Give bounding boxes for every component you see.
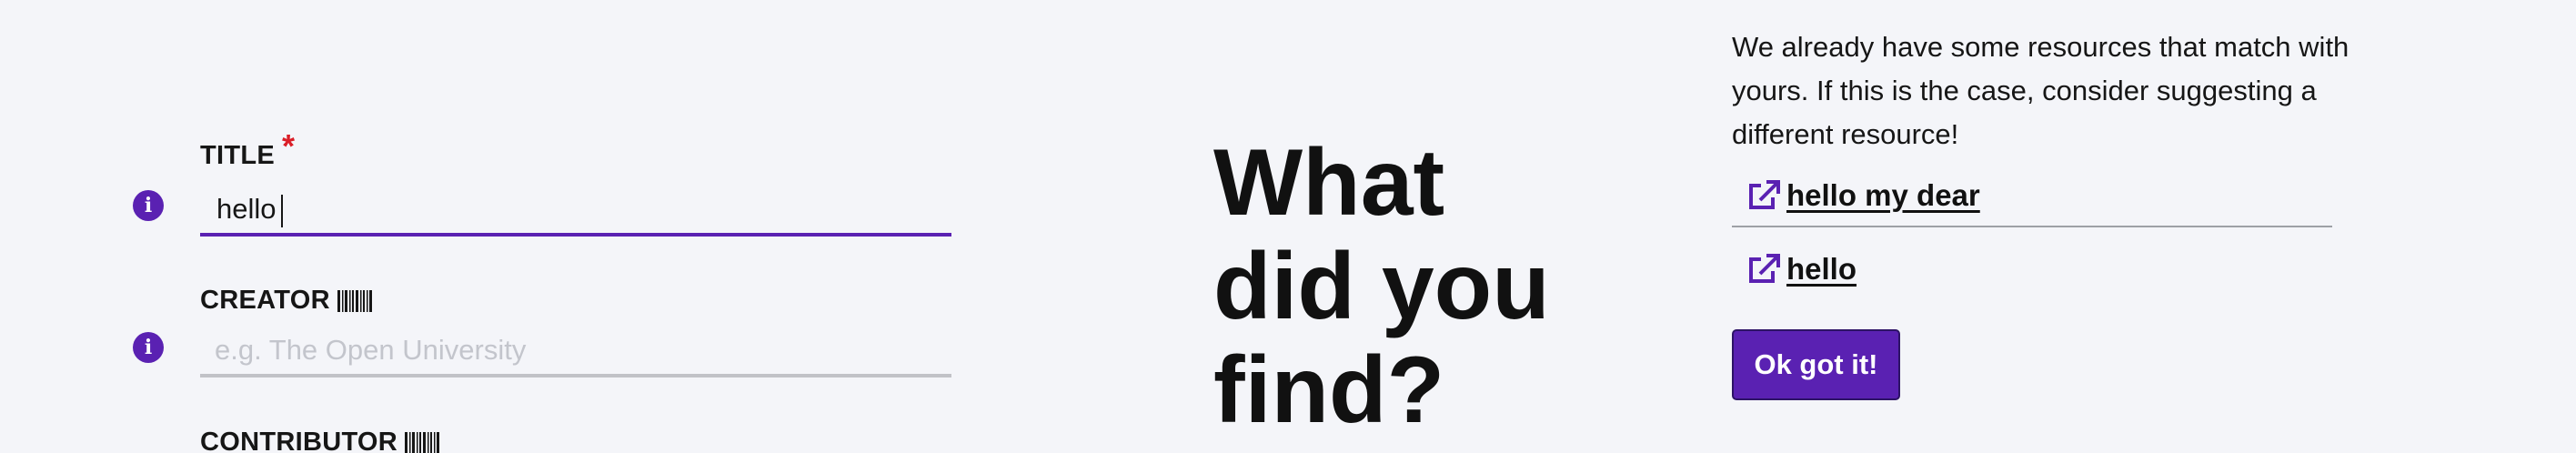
external-link-icon <box>1749 254 1780 283</box>
ok-got-it-button[interactable]: Ok got it! <box>1732 329 1900 400</box>
page-heading: What did you find? <box>1213 130 1550 443</box>
creator-input-wrapper <box>200 327 951 378</box>
matching-resource-item: hello my dear <box>1732 166 2332 227</box>
creator-input[interactable] <box>200 327 951 378</box>
matching-resource-link[interactable]: hello <box>1786 252 1857 287</box>
title-input-wrapper <box>200 186 951 237</box>
duplicate-notice: We already have some resources that matc… <box>1732 31 2350 150</box>
title-input[interactable] <box>200 186 951 237</box>
title-field: TITLE * <box>200 127 951 237</box>
creator-label: CREATOR <box>200 286 951 316</box>
creator-field: CREATOR <box>200 286 951 378</box>
barcode-icon <box>337 289 372 312</box>
contributor-label: CONTRIBUTOR <box>200 428 951 453</box>
title-label: TITLE * <box>200 127 951 175</box>
creator-label-text: CREATOR <box>200 286 330 315</box>
submit-resource-page: TITLE * i CREATOR <box>0 0 2576 453</box>
contributor-field: CONTRIBUTOR <box>200 428 951 453</box>
matching-resources-list: hello my dear hello <box>1732 166 2332 300</box>
matching-resource-item: hello <box>1732 238 2332 300</box>
external-link-icon <box>1749 180 1780 209</box>
matching-resource-link[interactable]: hello my dear <box>1786 178 1980 213</box>
required-marker: * <box>282 127 296 165</box>
title-label-text: TITLE <box>200 140 276 170</box>
text-cursor <box>281 195 283 227</box>
title-info-icon[interactable]: i <box>133 190 164 221</box>
barcode-icon <box>405 431 440 453</box>
creator-info-icon[interactable]: i <box>133 332 164 363</box>
contributor-label-text: CONTRIBUTOR <box>200 428 398 453</box>
